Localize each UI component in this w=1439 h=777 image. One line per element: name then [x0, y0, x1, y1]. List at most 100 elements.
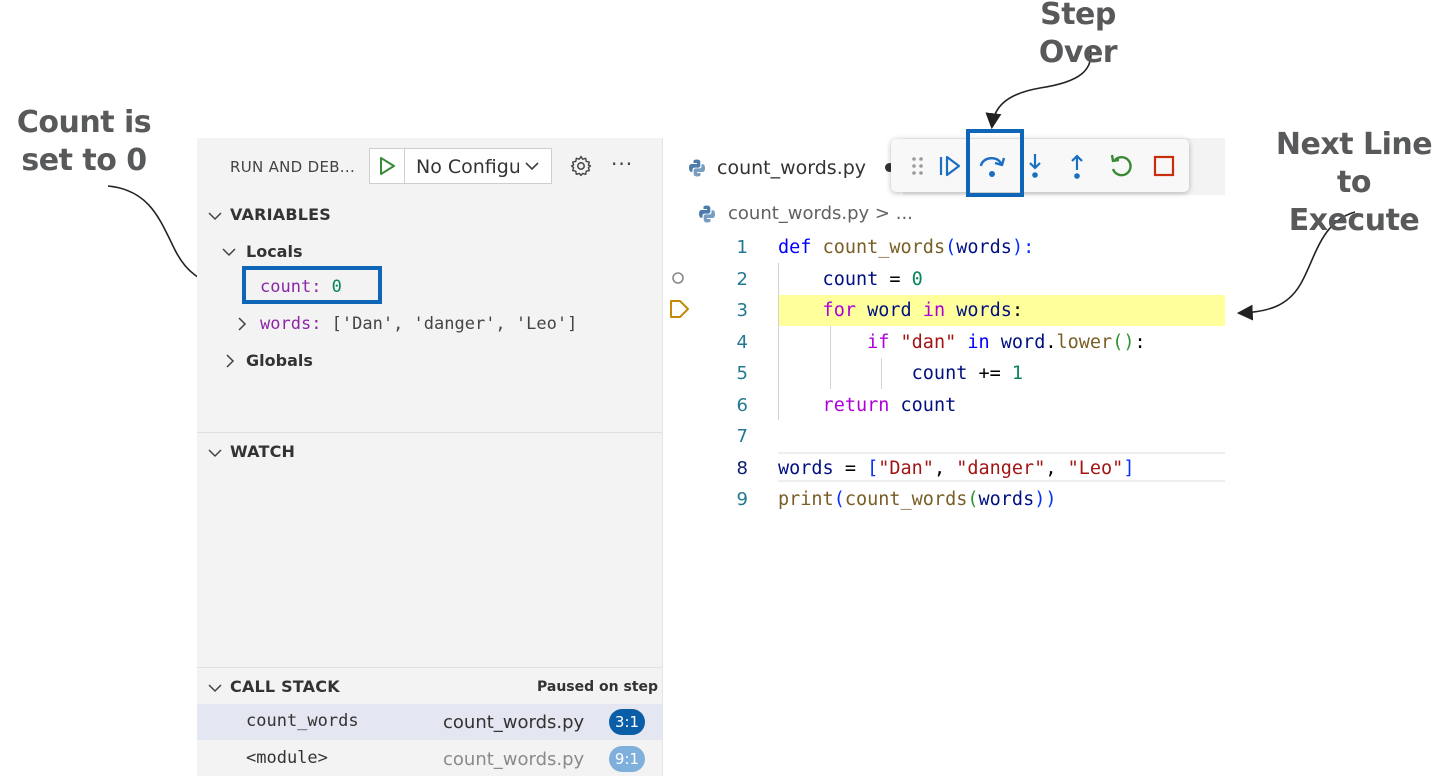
code-token: (: [967, 489, 979, 510]
watch-label: WATCH: [230, 442, 296, 461]
code-line: print(count_words(words)): [778, 484, 1057, 515]
frame-file: count_words.py: [443, 712, 585, 733]
words-var-sep: :: [311, 314, 332, 334]
chevron-right-icon: [238, 317, 247, 331]
config-select[interactable]: No Configu: [369, 148, 552, 184]
code-token: )): [1034, 489, 1057, 510]
tab-label: count_words.py: [717, 157, 867, 179]
code-line: count = 0: [778, 264, 923, 295]
breadcrumb-text: count_words.py > ...: [728, 203, 913, 224]
count-highlight-box: [242, 266, 382, 304]
code-token: (): [1112, 331, 1135, 353]
run-debug-title: RUN AND DEB...: [230, 158, 356, 176]
code-token: "danger": [956, 457, 1046, 479]
python-file-icon: [689, 159, 705, 177]
run-debug-header: RUN AND DEB... No Configu ···: [197, 148, 662, 184]
step-over-highlight-box: [966, 129, 1024, 197]
debug-toolbar: [891, 139, 1189, 192]
continue-icon[interactable]: [932, 149, 966, 183]
line-number: 3: [736, 300, 748, 321]
line-number: 9: [736, 489, 748, 510]
line-number: 6: [736, 394, 748, 416]
line-number: 8: [736, 457, 748, 479]
words-var-name: words: [260, 314, 312, 334]
code-token: =: [844, 457, 868, 479]
code-line: return count: [778, 390, 957, 421]
code-token: "Dan": [878, 457, 934, 479]
code-token: (: [945, 237, 957, 258]
paused-status: Paused on step: [537, 679, 659, 695]
line-number: 5: [736, 363, 748, 384]
code-line: def count_words(words):: [778, 232, 1034, 263]
code-line: count += 1: [778, 358, 1023, 389]
code-token: ,: [933, 457, 957, 479]
frame-position-badge: 3:1: [609, 709, 645, 735]
code-line: words = ["Dan", "danger", "Leo"]: [778, 453, 1134, 484]
stack-frame-row[interactable]: count_words count_words.py 3:1: [197, 704, 662, 740]
gear-icon[interactable]: [569, 154, 593, 178]
code-token: word: [867, 300, 923, 321]
python-file-icon: [699, 205, 715, 223]
annotation-next-line: Next Line to Execute: [1275, 127, 1433, 238]
code-token: lower: [1056, 331, 1113, 353]
code-token: 0: [911, 268, 923, 290]
current-line-pointer-icon: [670, 300, 689, 318]
chevron-down-icon: [525, 162, 539, 171]
code-token: if: [778, 331, 901, 353]
code-token: .: [1045, 331, 1057, 353]
chevron-down-icon: [222, 248, 236, 257]
line-number: 2: [736, 268, 748, 290]
code-token: def: [778, 237, 823, 258]
code-token: print: [778, 489, 834, 510]
chevron-right-icon: [226, 354, 235, 368]
stack-frame-row[interactable]: <module> count_words.py 9:1: [197, 741, 662, 777]
debug-sidebar: RUN AND DEB... No Configu ··· VARIABLES …: [197, 138, 663, 776]
start-debugging-button[interactable]: [370, 149, 405, 183]
code-token: "Leo": [1067, 457, 1124, 479]
code-token: [: [867, 457, 879, 479]
chevron-down-icon: [208, 684, 222, 693]
frame-position-badge: 9:1: [609, 746, 645, 772]
code-line: for word in words:: [778, 295, 1024, 326]
code-token: =: [889, 268, 912, 290]
code-token: :: [1134, 331, 1146, 353]
stop-icon[interactable]: [1147, 149, 1181, 183]
variables-label: VARIABLES: [230, 205, 331, 224]
code-token: count: [778, 268, 890, 290]
code-editor: count_words.py count_words.py > ... 1 2 3 4…: [663, 138, 1225, 776]
line-number: 1: [736, 237, 748, 258]
annotation-step-over: Step Over: [1038, 0, 1118, 70]
locals-label: Locals: [246, 242, 303, 261]
play-icon: [380, 157, 395, 175]
code-token: return: [778, 394, 901, 416]
drag-handle-icon[interactable]: [901, 149, 935, 183]
frame-file: count_words.py: [443, 749, 585, 770]
code-token: (: [833, 489, 845, 510]
line-number: 7: [736, 426, 748, 447]
more-actions-icon[interactable]: ···: [611, 152, 633, 176]
code-token: ):: [1011, 237, 1035, 258]
section-divider: [197, 432, 662, 433]
code-token: count: [900, 394, 957, 416]
code-token: :: [1011, 300, 1024, 321]
words-var-value: ['Dan', 'danger', 'Leo']: [331, 314, 578, 334]
code-token: in: [967, 331, 1001, 353]
code-token: word: [1000, 331, 1046, 353]
code-token: words: [956, 300, 1012, 321]
code-token: count: [778, 363, 979, 384]
code-token: ]: [1123, 457, 1135, 479]
code-token: for: [778, 300, 868, 321]
frame-name: count_words: [246, 711, 359, 731]
code-token: count_words: [822, 237, 946, 258]
restart-icon[interactable]: [1104, 149, 1138, 183]
line-number: 4: [736, 331, 748, 353]
breakpoint-hollow-icon[interactable]: [671, 271, 685, 285]
tab-count-words[interactable]: count_words.py: [663, 138, 903, 195]
annotation-count: Count is set to 0: [16, 105, 152, 178]
chevron-down-icon: [208, 449, 222, 458]
chevron-down-icon: [208, 212, 222, 221]
code-token: words: [956, 237, 1012, 258]
step-out-icon[interactable]: [1060, 149, 1094, 183]
globals-label: Globals: [246, 351, 313, 370]
code-token: "dan": [900, 331, 968, 353]
